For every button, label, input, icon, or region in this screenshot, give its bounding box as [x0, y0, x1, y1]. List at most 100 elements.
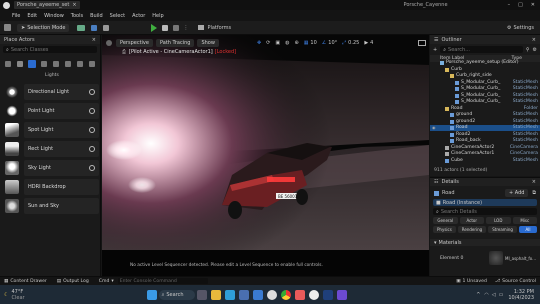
category-visual-icon[interactable]: [53, 61, 59, 67]
path-tracing-button[interactable]: Path Tracing: [155, 39, 195, 47]
outliner-row[interactable]: ground StaticMesh: [430, 112, 540, 118]
close-tab-icon[interactable]: ×: [72, 2, 76, 8]
app-icon[interactable]: [294, 289, 305, 300]
add-filter-icon[interactable]: +: [433, 47, 437, 53]
category-cinematic-icon[interactable]: [41, 61, 47, 67]
outliner-row[interactable]: S_Modular_Curb_ StaticMesh: [430, 86, 540, 92]
menu-build[interactable]: Build: [90, 13, 103, 19]
app-icon[interactable]: [336, 289, 347, 300]
filter-physics[interactable]: Physics: [433, 226, 456, 233]
outliner-row[interactable]: Porsche_ayeeme_setup (Editor): [430, 60, 540, 66]
more-options-icon[interactable]: ⋮: [183, 25, 188, 31]
world-icon[interactable]: ◍: [285, 40, 289, 46]
outliner-row[interactable]: S_Modular_Curb_ StaticMesh: [430, 93, 540, 99]
close-details-icon[interactable]: ×: [532, 179, 536, 185]
show-button[interactable]: Show: [197, 39, 219, 47]
help-icon[interactable]: [89, 165, 95, 171]
filter-streaming[interactable]: Streaming: [488, 226, 517, 233]
console-input[interactable]: Enter Console Command: [117, 278, 208, 284]
filter-general[interactable]: General: [433, 217, 458, 224]
outliner-row[interactable]: S_Modular_Curb_ StaticMesh: [430, 80, 540, 86]
viewport-menu-icon[interactable]: [106, 40, 112, 46]
material-name[interactable]: MI_asphalt_fo...: [505, 256, 536, 261]
outliner-row[interactable]: ground2 StaticMesh: [430, 119, 540, 125]
rotate-icon[interactable]: ⟳: [266, 40, 270, 46]
category-shapes-icon[interactable]: [77, 61, 83, 67]
maximize-icon[interactable]: □: [518, 2, 523, 8]
task-view-icon[interactable]: [196, 289, 207, 300]
pilot-icon[interactable]: ⎙: [122, 49, 126, 55]
class-search-input[interactable]: ⌕ Search Classes: [3, 46, 97, 53]
actor-spot-light[interactable]: Spot Light: [24, 122, 99, 138]
chrome-icon[interactable]: [280, 289, 291, 300]
menu-file[interactable]: File: [12, 13, 20, 19]
edge-icon[interactable]: [224, 289, 235, 300]
outliner-search-input[interactable]: ⌕ Search...: [440, 46, 523, 53]
outliner-row[interactable]: Road Folder: [430, 106, 540, 112]
cmd-chevron-icon[interactable]: ▾: [111, 279, 113, 284]
category-recent-icon[interactable]: [5, 61, 11, 67]
outliner-row[interactable]: Curb: [430, 67, 540, 73]
camera-speed-value[interactable]: 4: [370, 40, 373, 46]
camera-speed-icon[interactable]: ▶: [364, 40, 368, 46]
mail-icon[interactable]: [252, 289, 263, 300]
close-outliner-icon[interactable]: ×: [532, 37, 536, 43]
outliner-row[interactable]: Road_back StaticMesh: [430, 138, 540, 144]
close-window-icon[interactable]: ✕: [531, 2, 535, 8]
file-explorer-icon[interactable]: [210, 289, 221, 300]
actor-rect-light[interactable]: Rect Light: [24, 141, 99, 157]
tray-chevron-icon[interactable]: ^: [476, 292, 480, 298]
xbox-icon[interactable]: [266, 289, 277, 300]
outliner-row[interactable]: CineCameraActor2 CineCamera: [430, 145, 540, 151]
outliner-settings-icon[interactable]: ⚙: [533, 47, 537, 53]
outliner-row[interactable]: S_Modular_Curb_ StaticMesh: [430, 99, 540, 105]
category-lights-icon[interactable]: [28, 60, 36, 68]
menu-tools[interactable]: Tools: [71, 13, 83, 19]
details-actor-name[interactable]: Road: [442, 190, 455, 196]
cinematics-icon[interactable]: [103, 24, 110, 31]
source-control-button[interactable]: Source Control: [502, 279, 536, 284]
close-panel-icon[interactable]: ×: [92, 37, 96, 43]
wifi-icon[interactable]: ◠: [484, 292, 488, 298]
cmd-dropdown[interactable]: Cmd: [99, 279, 110, 284]
volume-icon[interactable]: ◁: [492, 292, 496, 298]
settings-button[interactable]: ⚙ Settings: [507, 25, 534, 31]
project-tab[interactable]: Porsche_ayeeme_set ×: [14, 1, 80, 9]
platforms-button[interactable]: Platforms: [198, 25, 231, 31]
menu-edit[interactable]: Edit: [27, 13, 37, 19]
photoshop-icon[interactable]: [322, 289, 333, 300]
surface-snap-icon[interactable]: ⊕: [294, 40, 298, 46]
materials-section-header[interactable]: ▾ Materials: [430, 239, 540, 246]
play-icon[interactable]: [151, 23, 158, 32]
minimize-icon[interactable]: –: [508, 2, 511, 8]
transform-icon[interactable]: ✥: [257, 40, 261, 46]
scale-snap-icon[interactable]: ⤢: [342, 40, 346, 46]
blueprint-icon[interactable]: [91, 24, 98, 31]
outliner-row[interactable]: CineCameraActor1 CineCamera: [430, 151, 540, 157]
filter-rendering[interactable]: Rendering: [457, 226, 487, 233]
add-component-button[interactable]: + Add: [504, 189, 529, 197]
windows-start-icon[interactable]: [146, 289, 157, 300]
clock-date[interactable]: 10/4/2023: [508, 295, 534, 301]
scale-value[interactable]: 0.25: [348, 40, 359, 46]
filter-lod[interactable]: LOD: [486, 217, 511, 224]
outliner-row[interactable]: Cube StaticMesh: [430, 158, 540, 164]
actor-hdri-backdrop[interactable]: HDRI Backdrop: [24, 179, 99, 195]
output-log-button[interactable]: Output Log: [63, 279, 89, 284]
stop-icon[interactable]: [173, 24, 180, 31]
actor-directional-light[interactable]: Directional Light: [24, 84, 99, 100]
material-thumbnail[interactable]: [489, 251, 504, 265]
filter-all[interactable]: All: [518, 226, 537, 233]
category-volumes-icon[interactable]: [65, 61, 71, 67]
angle-snap-icon[interactable]: ∠: [322, 40, 326, 46]
actor-sun-and-sky[interactable]: Sun and Sky: [24, 198, 99, 214]
output-log-icon[interactable]: ▤: [57, 279, 61, 284]
step-icon[interactable]: [162, 24, 169, 31]
actor-sky-light[interactable]: Sky Light: [24, 160, 99, 176]
menu-actor[interactable]: Actor: [132, 13, 145, 19]
help-icon[interactable]: [89, 146, 95, 152]
perspective-button[interactable]: Perspective: [116, 39, 153, 47]
menu-window[interactable]: Window: [44, 13, 64, 19]
blueprint-convert-icon[interactable]: ⧉: [532, 190, 536, 196]
weather-widget[interactable]: ☾ 47°F Clear: [4, 289, 25, 301]
